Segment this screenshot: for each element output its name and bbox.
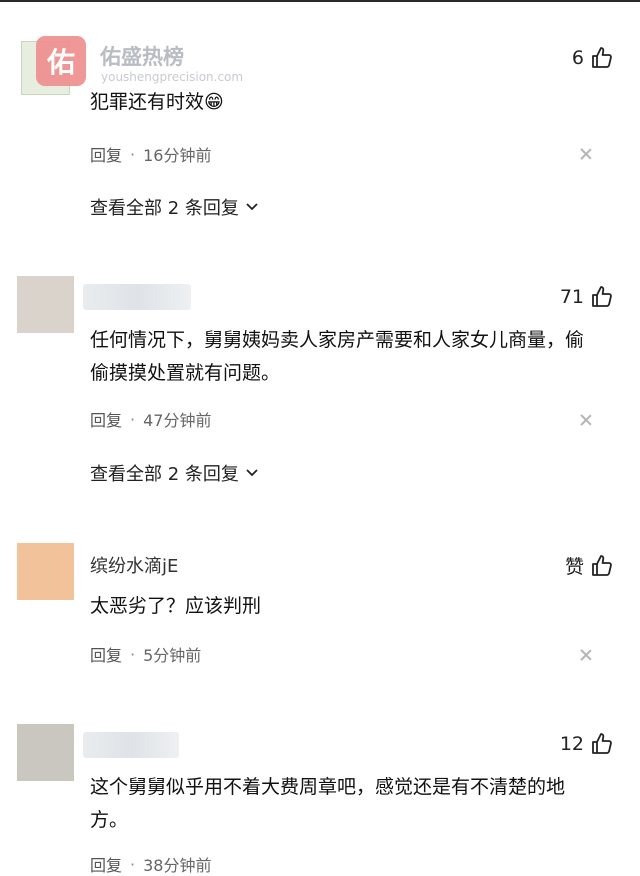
top-border [0,0,640,2]
like-button[interactable]: 71 [560,285,614,309]
chevron-down-icon [246,203,258,211]
like-count: 12 [559,733,584,755]
comment-meta: 回复 · 38分钟前 [90,852,211,876]
comment-meta: 回复 · 16分钟前 [90,142,211,166]
timestamp: 38分钟前 [143,856,212,875]
thumbs-up-icon [592,47,612,68]
view-replies-label: 查看全部 2 条回复 [90,198,239,219]
like-count: 赞 [564,556,584,578]
comment-meta: 回复 · 5分钟前 [90,642,201,666]
reply-button[interactable]: 回复 [90,852,122,876]
like-count: 71 [559,286,584,308]
timestamp: 5分钟前 [143,646,202,665]
comment-text: 太恶劣了？应该判刑 [90,595,262,617]
chevron-down-icon [246,469,258,477]
thumbs-up-icon [592,554,612,576]
timestamp: 47分钟前 [143,411,212,430]
close-icon[interactable] [580,649,592,661]
reply-button[interactable]: 回复 [90,642,122,666]
username-blurred[interactable] [83,732,179,758]
separator-dot: · [130,854,136,874]
view-replies-label: 查看全部 2 条回复 [90,464,239,485]
like-button[interactable]: 6 [572,46,614,70]
watermark-title: 佑盛热榜 [100,45,184,69]
separator-dot: · [130,409,136,429]
view-replies-link[interactable]: 查看全部 2 条回复 [90,194,259,220]
avatar[interactable] [17,543,74,600]
view-replies-link[interactable]: 查看全部 2 条回复 [90,460,259,486]
thumbs-up-icon [592,286,612,307]
close-icon[interactable] [580,414,592,426]
reply-button[interactable]: 回复 [90,142,122,166]
username-blurred[interactable] [83,284,191,310]
watermark-url: youshengprecision.com [101,70,244,84]
close-icon[interactable] [580,148,592,160]
like-button[interactable]: 赞 [565,552,614,579]
like-count: 6 [571,47,584,69]
comment-meta: 回复 · 47分钟前 [90,407,211,431]
avatar[interactable] [17,724,74,781]
comment-text: 任何情况下，舅舅姨妈卖人家房产需要和人家女儿商量，偷偷摸摸处置就有问题。 [90,329,585,384]
comment-text: 这个舅舅似乎用不着大费周章吧，感觉还是有不清楚的地方。 [90,776,566,831]
avatar[interactable] [17,276,74,333]
watermark-logo: 佑 [36,36,86,86]
reply-button[interactable]: 回复 [90,407,122,431]
username[interactable]: 缤纷水滴jE [90,552,178,578]
thumbs-up-icon [592,733,612,754]
separator-dot: · [130,144,136,164]
comment-text: 犯罪还有时效😁 [90,91,224,113]
separator-dot: · [130,644,136,664]
like-button[interactable]: 12 [560,732,614,756]
timestamp: 16分钟前 [143,146,212,165]
